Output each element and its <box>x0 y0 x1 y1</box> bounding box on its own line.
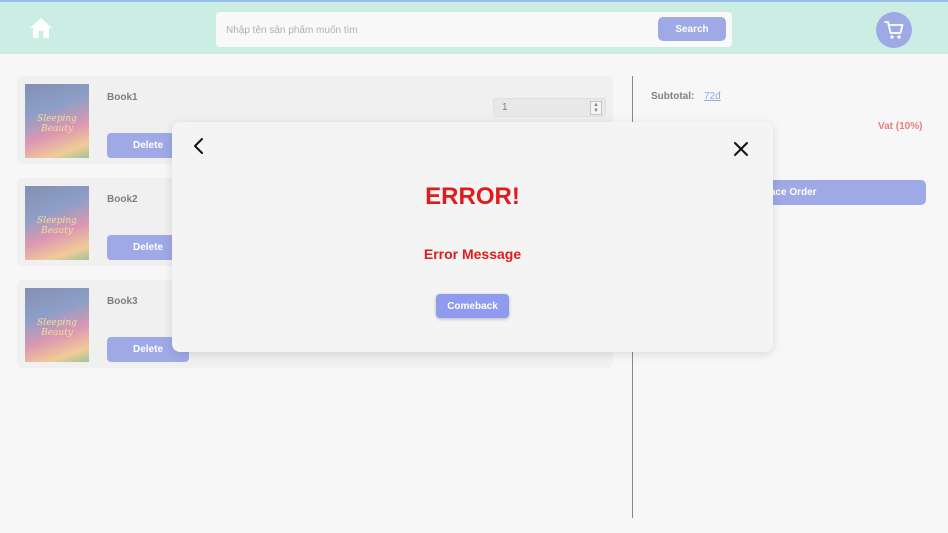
error-message: Error Message <box>423 246 522 262</box>
back-button[interactable] <box>190 136 208 156</box>
error-title: ERROR! <box>425 183 520 210</box>
error-dialog: ERROR! Error Message Comeback <box>172 122 773 352</box>
comeback-button[interactable]: Comeback <box>436 294 509 318</box>
close-icon <box>734 142 748 156</box>
chevron-left-icon <box>194 138 203 154</box>
close-button[interactable] <box>732 140 750 158</box>
